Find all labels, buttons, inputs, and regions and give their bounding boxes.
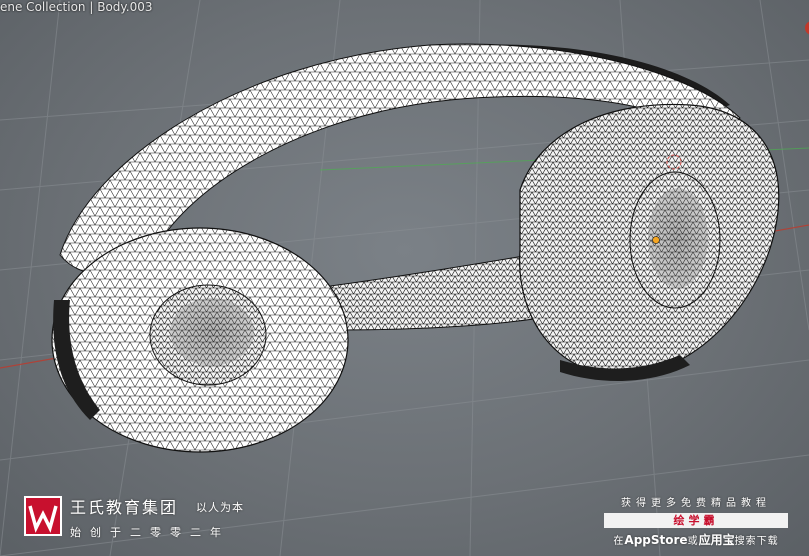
brand-founded: 始创于二零零二年 [70, 526, 230, 539]
navigation-gizmo-edge[interactable] [805, 21, 809, 35]
app-name-banner: 绘学霸 [604, 513, 788, 528]
mesh-object-body[interactable] [51, 43, 780, 453]
brand-logo [24, 496, 62, 536]
object-origin-point[interactable] [652, 236, 660, 244]
download-prefix: 在 [613, 536, 625, 547]
watermark-left: 王氏教育集团 以人为本 始创于二零零二年 [24, 494, 264, 544]
brand-logo-icon [28, 505, 58, 533]
download-line: 在AppStore或应用宝搜索下载 [604, 531, 788, 548]
download-or: 或 [687, 536, 699, 547]
viewport-scene[interactable] [0, 0, 809, 556]
brand-name: 王氏教育集团 [70, 498, 179, 517]
3d-viewport[interactable]: ene Collection | Body.003 [0, 0, 809, 556]
brand-motto: 以人为本 [196, 501, 244, 514]
object-info-label: ene Collection | Body.003 [0, 0, 153, 14]
promo-line: 获得更多免费精品教程 [621, 498, 771, 509]
download-suffix: 搜索下载 [734, 536, 779, 547]
watermark-right: 获得更多免费精品教程 绘学霸 在AppStore或应用宝搜索下载 [604, 494, 788, 548]
appstore-label: AppStore [624, 533, 688, 547]
store-label: 应用宝 [698, 533, 735, 547]
